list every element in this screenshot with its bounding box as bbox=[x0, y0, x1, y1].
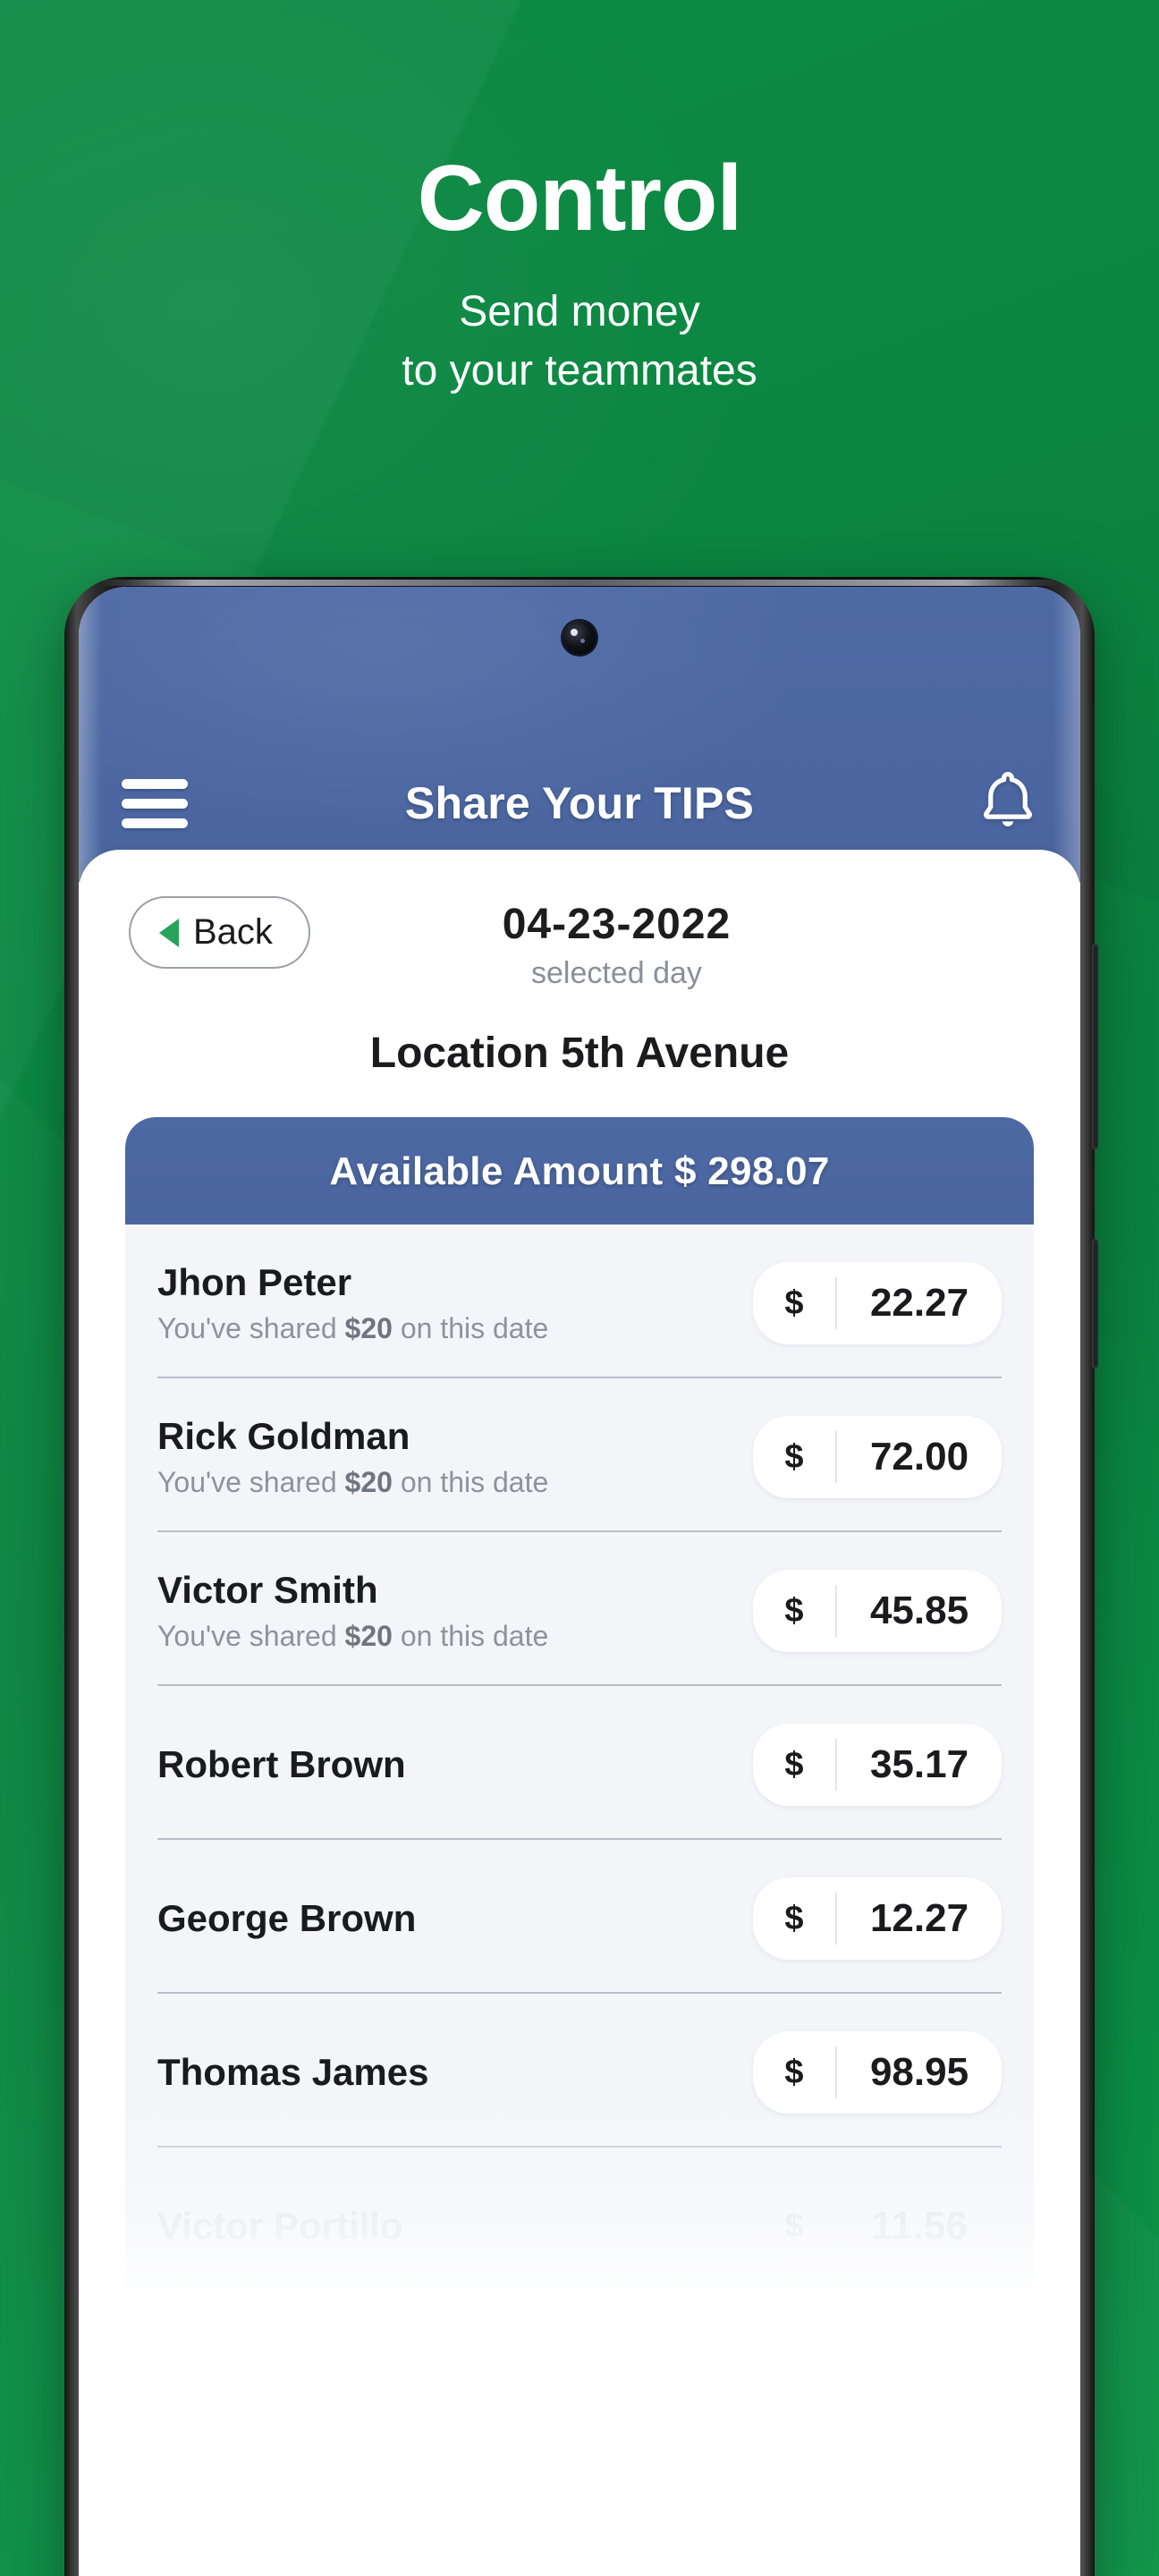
row-text-block: Victor Smith You've shared $20 on this da… bbox=[157, 1569, 753, 1652]
shared-amount: $20 bbox=[344, 1311, 393, 1344]
row-text-block: Victor Portillo bbox=[157, 2205, 753, 2248]
app-bar: Share Your TIPS bbox=[79, 587, 1080, 882]
shared-amount: $20 bbox=[344, 1465, 393, 1498]
table-row[interactable]: Thomas James $98.95 bbox=[157, 1994, 1002, 2148]
content-sheet: Back 04-23-2022 selected day Location 5t… bbox=[79, 850, 1080, 2576]
currency-symbol: $ bbox=[784, 1284, 804, 1322]
triangle-left-icon bbox=[159, 918, 179, 947]
amount-pill[interactable]: $45.85 bbox=[753, 1570, 1002, 1652]
selected-date-caption: selected day bbox=[531, 956, 702, 990]
app-bar-row: Share Your TIPS bbox=[79, 771, 1080, 835]
amount-pill[interactable]: $35.17 bbox=[753, 1724, 1002, 1806]
shared-amount: $20 bbox=[344, 1619, 393, 1652]
available-amount-banner: Available Amount $ 298.07 bbox=[125, 1117, 1034, 1224]
promo-title: Control bbox=[417, 147, 743, 250]
currency-symbol: $ bbox=[784, 1591, 804, 1630]
amount-value: 72.00 bbox=[869, 1435, 969, 1479]
promo-block: Control Send money to your teammates bbox=[0, 152, 1159, 401]
teammate-shared-note: You've shared $20 on this date bbox=[157, 1311, 549, 1344]
teammate-name: Victor Smith bbox=[157, 1569, 378, 1612]
table-row[interactable]: George Brown $12.27 bbox=[157, 1840, 1002, 1994]
location-title: Location 5th Avenue bbox=[369, 1030, 790, 1077]
teammate-shared-note: You've shared $20 on this date bbox=[157, 1619, 549, 1652]
front-camera-punch-hole bbox=[563, 621, 596, 655]
amount-value: 12.27 bbox=[869, 1896, 969, 1940]
table-row[interactable]: Victor Smith You've shared $20 on this da… bbox=[157, 1532, 1002, 1686]
currency-symbol: $ bbox=[784, 1745, 804, 1784]
amount-pill[interactable]: $22.27 bbox=[753, 1262, 1002, 1344]
currency-symbol: $ bbox=[784, 2207, 804, 2245]
amount-value: 35.17 bbox=[869, 1742, 969, 1786]
teammate-name: Jhon Peter bbox=[157, 1261, 352, 1304]
currency-symbol: $ bbox=[784, 2053, 804, 2091]
promo-screenshot: Control Send money to your teammates Sha… bbox=[0, 0, 1159, 2576]
teammate-name: Thomas James bbox=[157, 2050, 429, 2093]
selected-date-block: 04-23-2022 selected day bbox=[203, 900, 1030, 991]
teammate-shared-note: You've shared $20 on this date bbox=[157, 1465, 549, 1498]
amount-pill[interactable]: $72.00 bbox=[753, 1416, 1002, 1498]
row-text-block: Jhon Peter You've shared $20 on this date bbox=[157, 1261, 753, 1344]
teammate-name: Rick Goldman bbox=[157, 1415, 410, 1458]
row-text-block: Thomas James bbox=[157, 2051, 753, 2094]
amount-value: 11.56 bbox=[871, 2204, 968, 2248]
teammate-name: Robert Brown bbox=[157, 1742, 406, 1785]
teammate-name: Victor Portillo bbox=[157, 2204, 403, 2247]
promo-subtitle: Send money to your teammates bbox=[402, 288, 757, 395]
amount-pill[interactable]: $12.27 bbox=[753, 1877, 1002, 1960]
currency-symbol: $ bbox=[784, 1899, 804, 1937]
table-row[interactable]: Robert Brown $35.17 bbox=[157, 1686, 1002, 1840]
table-row[interactable]: Jhon Peter You've shared $20 on this date… bbox=[157, 1224, 1002, 1378]
sheet-top-row: Back 04-23-2022 selected day bbox=[79, 850, 1080, 991]
app-bar-title: Share Your TIPS bbox=[404, 778, 755, 828]
amount-value: 22.27 bbox=[869, 1281, 969, 1325]
row-text-block: Rick Goldman You've shared $20 on this da… bbox=[157, 1415, 753, 1498]
volume-button[interactable] bbox=[1092, 944, 1098, 1149]
table-row[interactable]: Victor Portillo $11.56 bbox=[157, 2148, 1002, 2301]
amount-pill[interactable]: $98.95 bbox=[753, 2031, 1002, 2114]
amount-pill[interactable]: $11.56 bbox=[753, 2185, 1002, 2267]
amount-value: 98.95 bbox=[869, 2050, 969, 2094]
selected-date: 04-23-2022 bbox=[502, 901, 732, 948]
row-text-block: George Brown bbox=[157, 1897, 753, 1940]
bell-icon[interactable] bbox=[971, 771, 1037, 835]
power-button[interactable] bbox=[1092, 1239, 1098, 1368]
phone-device-frame: Share Your TIPS Back 04-23-2022 selected… bbox=[64, 577, 1098, 2576]
phone-screen: Share Your TIPS Back 04-23-2022 selected… bbox=[79, 587, 1080, 2576]
table-row[interactable]: Rick Goldman You've shared $20 on this da… bbox=[157, 1378, 1002, 1532]
tips-list-card: Available Amount $ 298.07 Jhon Peter You'… bbox=[125, 1117, 1034, 2307]
teammate-name: George Brown bbox=[157, 1896, 417, 1939]
phone-top-bezel-highlight bbox=[100, 580, 1059, 586]
row-text-block: Robert Brown bbox=[157, 1743, 753, 1786]
amount-value: 45.85 bbox=[869, 1589, 969, 1632]
hamburger-icon[interactable] bbox=[122, 778, 188, 828]
currency-symbol: $ bbox=[784, 1437, 804, 1476]
tips-rows: Jhon Peter You've shared $20 on this date… bbox=[125, 1224, 1034, 2301]
